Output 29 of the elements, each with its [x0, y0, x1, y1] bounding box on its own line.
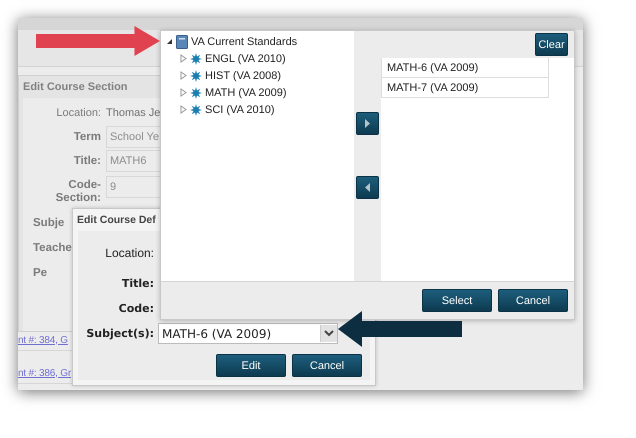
dialog-title: Edit Course Def: [76, 213, 157, 228]
subject-dropdown[interactable]: MATH-6 (VA 2009): [158, 323, 338, 344]
select-button[interactable]: Select: [422, 289, 492, 312]
edit-button[interactable]: Edit: [216, 354, 286, 377]
field-label: Subje: [33, 217, 64, 230]
field-label: Subject(s):: [85, 327, 154, 340]
panel-title: Edit Course Section: [22, 80, 129, 95]
field-label: Title:: [120, 277, 154, 290]
field-label: Teache: [33, 242, 72, 255]
field-label: Location:: [104, 246, 154, 260]
field-value: Thomas Je: [106, 107, 161, 119]
field-label: Pe: [33, 267, 48, 280]
field-label: Code:: [118, 302, 154, 315]
field-label: Title:: [72, 154, 101, 168]
field-label: Term: [72, 130, 101, 144]
field-label: Location:: [55, 106, 101, 120]
tree-node[interactable]: HIST (VA 2008): [205, 70, 282, 82]
clear-button[interactable]: Clear: [535, 33, 568, 56]
tree-node[interactable]: VA Current Standards: [191, 36, 298, 48]
selected-standard[interactable]: MATH-7 (VA 2009): [381, 78, 549, 98]
tree-node[interactable]: MATH (VA 2009): [205, 86, 287, 98]
record-link[interactable]: nt #: 384, G: [18, 334, 68, 346]
selected-standard[interactable]: MATH-6 (VA 2009): [381, 58, 549, 78]
cancel-button[interactable]: Cancel: [292, 354, 362, 377]
cancel-button[interactable]: Cancel: [498, 289, 568, 312]
tree-node[interactable]: SCI (VA 2010): [205, 104, 274, 116]
field-label: Code-Section:: [54, 179, 101, 205]
record-link[interactable]: nt #: 386, Gr: [18, 368, 71, 378]
tree-node[interactable]: ENGL (VA 2010): [205, 52, 286, 64]
